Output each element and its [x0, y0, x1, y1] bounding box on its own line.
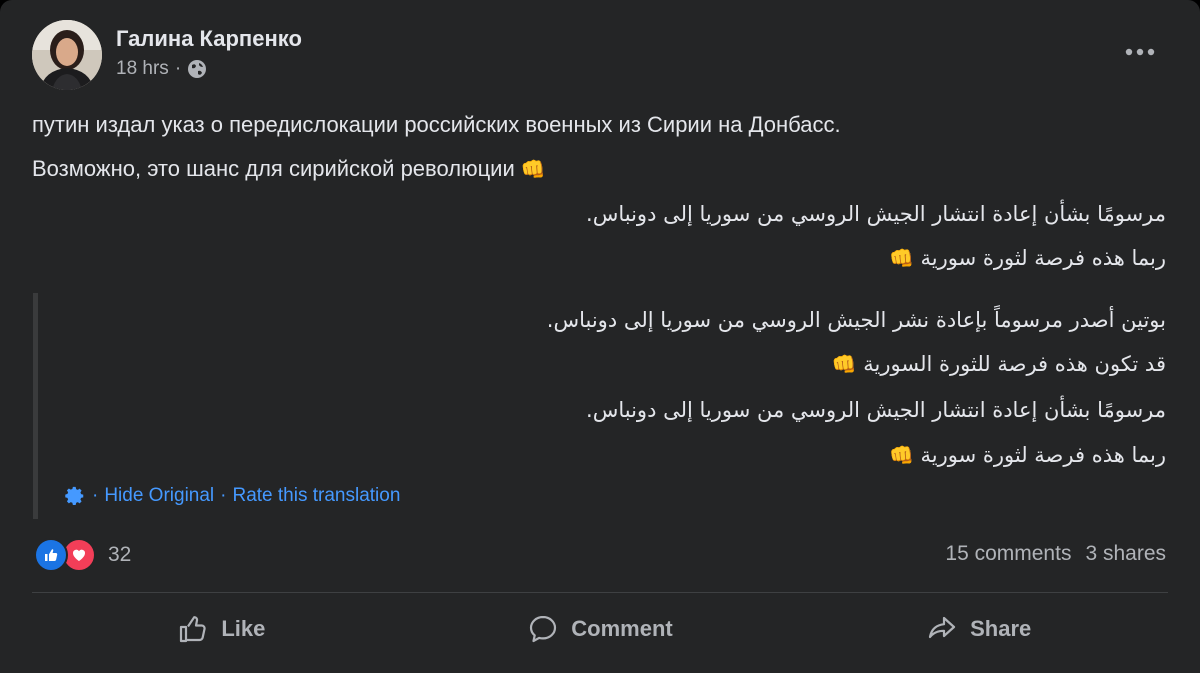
fist-emoji-icon: 👊: [888, 246, 914, 270]
share-label: Share: [970, 616, 1032, 641]
share-icon: [926, 613, 958, 645]
post-time[interactable]: 18 hrs: [116, 58, 169, 80]
hide-original-link[interactable]: Hide Original: [104, 485, 214, 507]
fist-emoji-icon: 👊: [831, 352, 857, 376]
fist-emoji-icon: 👊: [888, 443, 914, 467]
shares-count[interactable]: 3 shares: [1085, 542, 1166, 566]
original-line-2: قد تكون هذه فرصة للثورة السورية 👊: [832, 352, 1166, 376]
comment-icon: [527, 613, 559, 645]
comment-button[interactable]: Comment: [411, 600, 790, 658]
post-meta: 18 hrs ·: [116, 58, 207, 80]
rate-translation-link[interactable]: Rate this translation: [232, 485, 400, 507]
post-card: Галина Карпенко 18 hrs · путин издал ука…: [0, 0, 1200, 673]
post-text-line-1: путин издал указ о передислокации россий…: [32, 112, 841, 137]
comment-label: Comment: [571, 616, 673, 641]
reaction-count[interactable]: 32: [108, 543, 131, 567]
engagement-counts: 15 comments 3 shares: [945, 542, 1166, 566]
more-horizontal-icon[interactable]: [1120, 40, 1160, 64]
gear-icon[interactable]: [64, 485, 86, 507]
original-line-4: ربما هذه فرصة لثورة سورية 👊: [889, 443, 1166, 467]
link-separator: ·: [220, 485, 227, 506]
original-line-3: مرسومًا بشأن إعادة انتشار الجيش الروسي م…: [586, 398, 1166, 422]
comments-count[interactable]: 15 comments: [945, 542, 1071, 566]
original-line-4-text: ربما هذه فرصة لثورة سورية: [920, 443, 1166, 467]
link-separator: ·: [92, 485, 99, 506]
original-quote-bar: [33, 293, 38, 519]
original-line-1: بوتين أصدر مرسوماً بإعادة نشر الجيش الرو…: [546, 308, 1166, 332]
globe-icon[interactable]: [187, 59, 207, 79]
arabic-line-2-text: ربما هذه فرصة لثورة سورية: [920, 246, 1166, 270]
like-label: Like: [221, 616, 266, 641]
like-button[interactable]: Like: [32, 600, 411, 658]
meta-separator: ·: [174, 58, 182, 79]
action-bar: Like Comment Share: [32, 600, 1168, 658]
original-line-2-text: قد تكون هذه فرصة للثورة السورية: [863, 352, 1166, 376]
avatar-photo: [32, 20, 102, 90]
fist-emoji-icon: 👊: [520, 159, 546, 181]
share-button[interactable]: Share: [789, 600, 1168, 658]
post-text-line-2: Возможно, это шанс для сирийской революц…: [32, 156, 546, 182]
arabic-line-2: ربما هذه فرصة لثورة سورية 👊: [889, 246, 1166, 270]
actions-divider: [32, 592, 1168, 593]
author-name[interactable]: Галина Карпенко: [116, 26, 302, 52]
post-header: Галина Карпенко 18 hrs ·: [32, 20, 1168, 92]
post-text-line-2-text: Возможно, это шанс для сирийской революц…: [32, 156, 515, 181]
arabic-line-1: مرسومًا بشأن إعادة انتشار الجيش الروسي م…: [586, 202, 1166, 226]
author-avatar[interactable]: [32, 20, 102, 90]
like-reaction-icon: [34, 538, 68, 572]
reactions-summary[interactable]: 32: [34, 538, 131, 572]
translation-links: · Hide Original · Rate this translation: [64, 485, 400, 507]
thumbs-up-icon: [177, 613, 209, 645]
